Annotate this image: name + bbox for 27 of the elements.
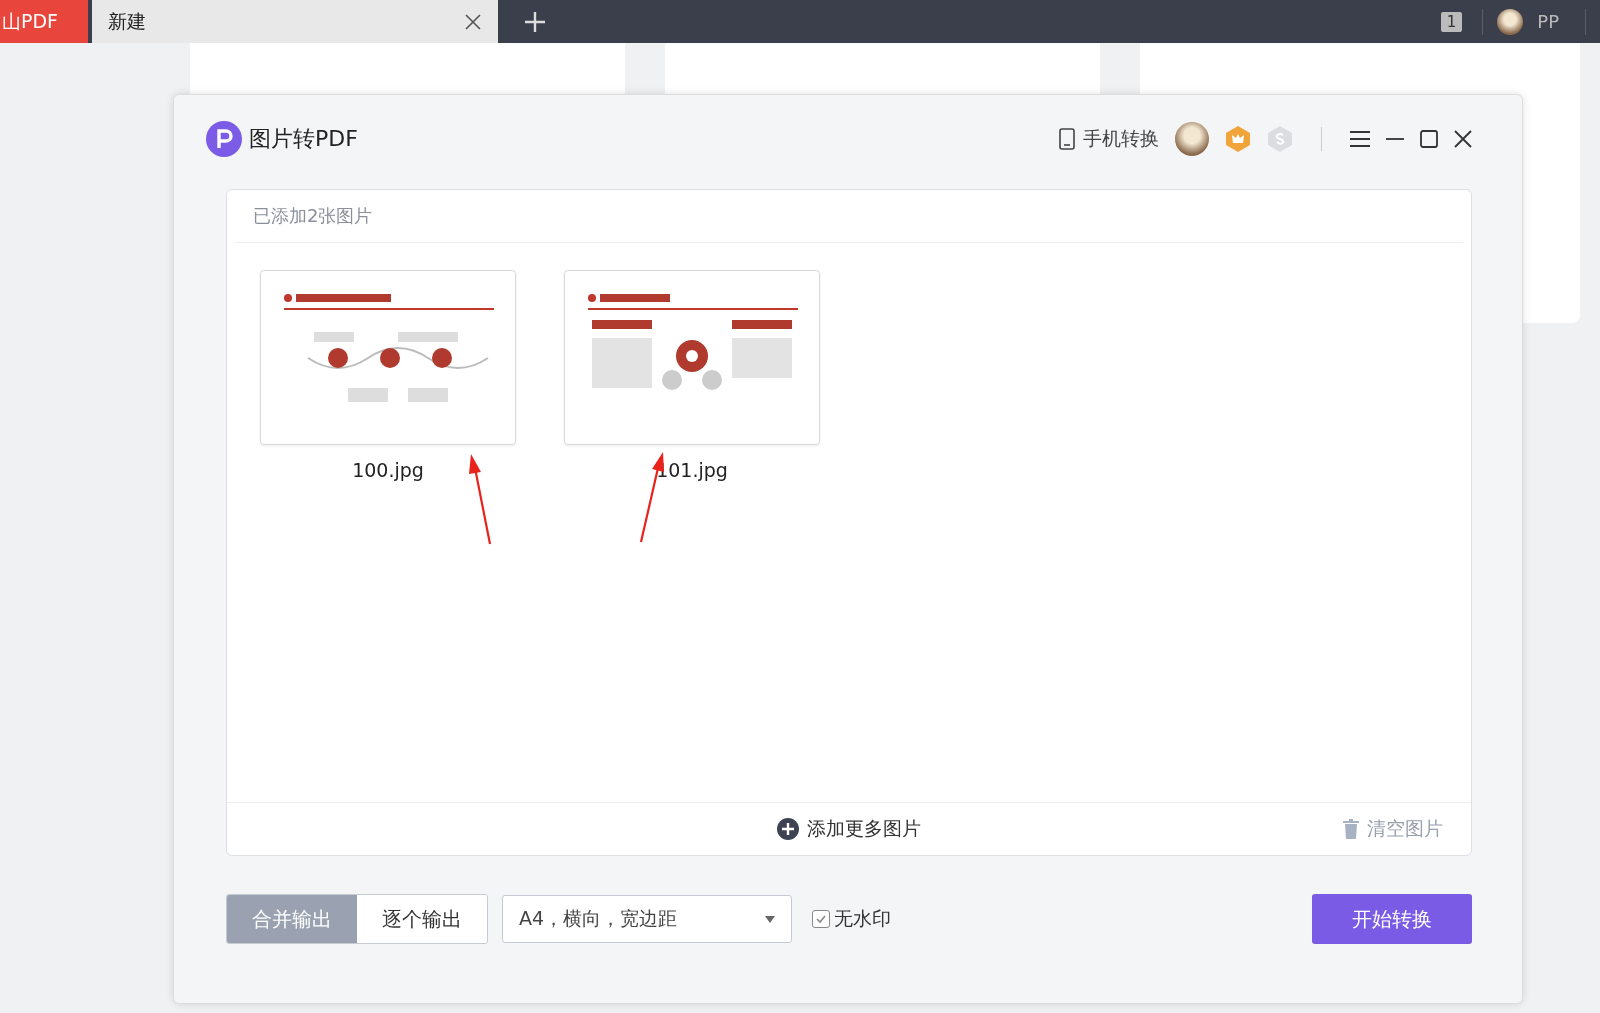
window-title: 图片转PDF (249, 125, 358, 153)
tab[interactable]: 新建 (92, 0, 498, 43)
menu-icon[interactable] (1350, 131, 1370, 147)
file-name: 101.jpg (656, 459, 728, 481)
avatar[interactable] (1497, 8, 1524, 35)
close-icon[interactable] (464, 12, 482, 31)
phone-convert-button[interactable]: 手机转换 (1059, 126, 1159, 152)
plus-icon[interactable] (524, 10, 546, 33)
avatar[interactable] (1175, 122, 1209, 156)
caret-icon (765, 915, 775, 923)
image-count: 已添加2张图片 (253, 204, 373, 228)
user-name[interactable]: PP (1537, 11, 1559, 32)
trash-icon (1343, 819, 1359, 839)
start-convert-button[interactable]: 开始转换 (1312, 894, 1472, 944)
close-icon[interactable] (1454, 130, 1472, 148)
window-count-badge[interactable]: 1 (1440, 11, 1463, 32)
app-menu-button[interactable]: 山PDF (0, 0, 88, 43)
minimize-icon[interactable] (1386, 137, 1404, 141)
phone-icon (1059, 128, 1075, 150)
output-mode-tab[interactable]: 逐个输出 (357, 895, 487, 943)
page-setting-dropdown[interactable]: A4，横向，宽边距 (502, 895, 792, 943)
no-watermark-checkbox[interactable]: 无水印 (812, 906, 891, 932)
plus-circle-icon (777, 818, 799, 840)
file-name: 100.jpg (352, 459, 424, 481)
app-logo-icon (206, 121, 242, 157)
maximize-icon[interactable] (1420, 130, 1438, 148)
add-more-images-button[interactable]: 添加更多图片 (771, 815, 927, 843)
